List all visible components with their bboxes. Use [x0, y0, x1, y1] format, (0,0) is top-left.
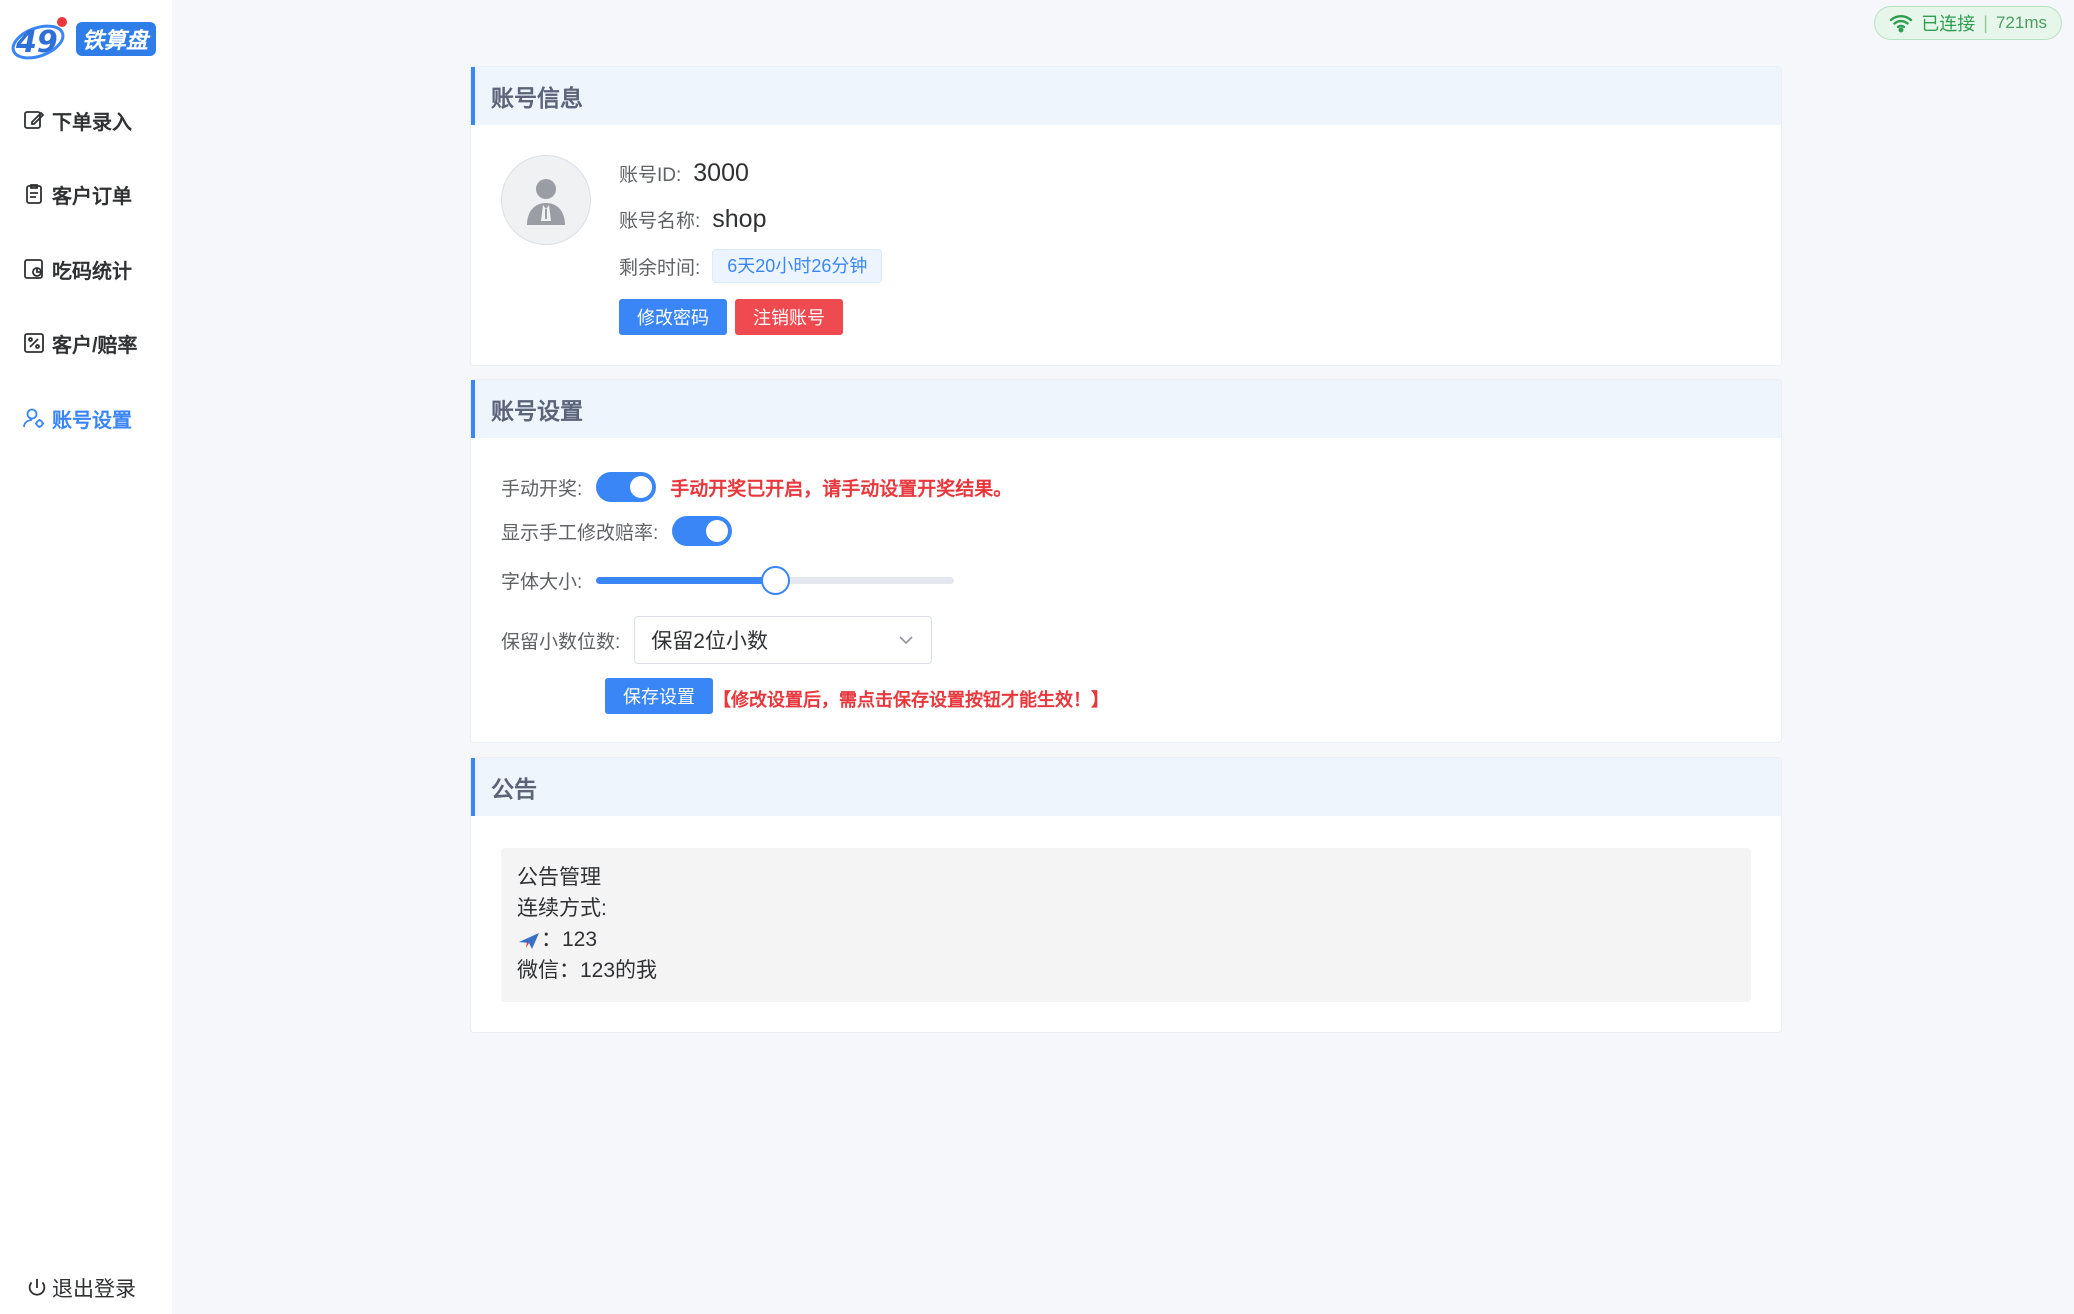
save-settings-hint: 【修改设置后，需点击保存设置按钮才能生效！】 [713, 690, 1109, 710]
divider: | [1983, 12, 1988, 33]
logout-label: 退出登录 [52, 1278, 136, 1301]
account-name-value: shop [712, 205, 767, 233]
brand-logo[interactable]: 49 铁算盘 [10, 12, 158, 66]
show-odds-label: 显示手工修改赔率: [501, 522, 659, 544]
remaining-time-label: 剩余时间: [619, 257, 701, 279]
sidebar-item-label: 账号设置 [52, 409, 132, 432]
sidebar-item-label: 下单录入 [52, 111, 132, 134]
show-odds-toggle[interactable] [672, 516, 733, 546]
slider-thumb[interactable] [761, 566, 791, 595]
sidebar-item-order-entry[interactable]: 下单录入 [22, 100, 132, 140]
manual-draw-label: 手动开奖: [501, 478, 583, 500]
airplane-icon [519, 932, 539, 949]
sidebar-item-customer-orders[interactable]: 客户订单 [22, 174, 132, 214]
remaining-time-row: 剩余时间: 6天20小时26分钟 [619, 249, 883, 283]
account-id-value: 3000 [693, 159, 749, 187]
latency-text: 721ms [1995, 13, 2047, 32]
manual-draw-warning: 手动开奖已开启，请手动设置开奖结果。 [670, 478, 1013, 500]
sidebar-item-code-stats[interactable]: 吃码统计 [22, 249, 132, 289]
account-info-card: 账号信息 账号ID: 3000 账号名称: shop 剩余时间: 6天20小时2… [470, 66, 1782, 366]
account-name-label: 账号名称: [619, 211, 701, 232]
cancel-account-button[interactable]: 注销账号 [735, 299, 843, 335]
remaining-time-tag: 6天20小时26分钟 [712, 249, 883, 283]
decimals-selected-value: 保留2位小数 [651, 630, 768, 653]
logout-button[interactable]: 退出登录 [26, 1270, 136, 1306]
connection-status-text: 已连接 [1921, 14, 1976, 34]
announcement-content: 公告管理 连续方式: ：123 微信：123的我 [501, 848, 1751, 1002]
brand-name: 铁算盘 [82, 28, 151, 54]
slider-fill [596, 577, 776, 584]
font-size-slider[interactable] [596, 565, 955, 595]
sidebar-item-label: 客户/赔率 [52, 334, 138, 357]
sidebar-item-customer-odds[interactable]: 客户/赔率 [22, 323, 138, 363]
connection-status-badge: 已连接 | 721ms [1874, 6, 2062, 40]
edit-icon [24, 111, 45, 129]
announcement-line: 连续方式: [517, 897, 607, 920]
decimals-select[interactable]: 保留2位小数 [634, 616, 933, 664]
percent-icon [24, 333, 44, 353]
account-settings-card: 账号设置 手动开奖: 手动开奖已开启，请手动设置开奖结果。 显示手工修改赔率: … [470, 379, 1782, 743]
decimals-row: 保留小数位数: 保留2位小数 [501, 616, 933, 664]
sidebar-item-label: 客户订单 [52, 185, 132, 208]
clipboard-icon [26, 184, 42, 204]
sidebar-item-label: 吃码统计 [52, 260, 132, 283]
card-title: 账号信息 [471, 67, 1781, 125]
brand-badge: 49 [15, 25, 58, 60]
power-icon [28, 1278, 46, 1296]
manual-draw-row: 手动开奖: 手动开奖已开启，请手动设置开奖结果。 [501, 472, 1012, 502]
announcement-card: 公告 公告管理 连续方式: ：123 微信：123的我 [470, 757, 1782, 1033]
show-odds-row: 显示手工修改赔率: [501, 516, 733, 546]
sidebar: 49 铁算盘 下单录入 客户订单 吃码统计 客户/赔率 账号设置 退出登录 [0, 0, 172, 1314]
wifi-icon [1890, 15, 1913, 33]
account-name-row: 账号名称: shop [619, 205, 767, 234]
card-title: 公告 [471, 758, 1781, 816]
font-size-label: 字体大小: [501, 571, 583, 593]
sidebar-item-account-settings[interactable]: 账号设置 [22, 398, 132, 438]
avatar [501, 155, 591, 245]
user-avatar-icon [527, 179, 565, 225]
account-id-row: 账号ID: 3000 [619, 159, 749, 188]
announcement-contact-value: ：123 [541, 928, 598, 951]
chart-doc-icon [24, 259, 43, 279]
announcement-line: 公告管理 [517, 866, 601, 889]
save-settings-button[interactable]: 保存设置 [605, 678, 713, 714]
card-title: 账号设置 [471, 380, 1781, 438]
change-password-button[interactable]: 修改密码 [619, 299, 727, 335]
announcement-line: 微信：123的我 [517, 959, 658, 982]
decimals-label: 保留小数位数: [501, 631, 621, 653]
announcement-contact-row: ：123 [517, 924, 1735, 955]
font-size-row: 字体大小: [501, 565, 955, 595]
manual-draw-toggle[interactable] [596, 472, 657, 502]
user-settings-icon [23, 408, 44, 428]
chevron-down-icon [899, 636, 913, 645]
account-id-label: 账号ID: [619, 165, 682, 186]
